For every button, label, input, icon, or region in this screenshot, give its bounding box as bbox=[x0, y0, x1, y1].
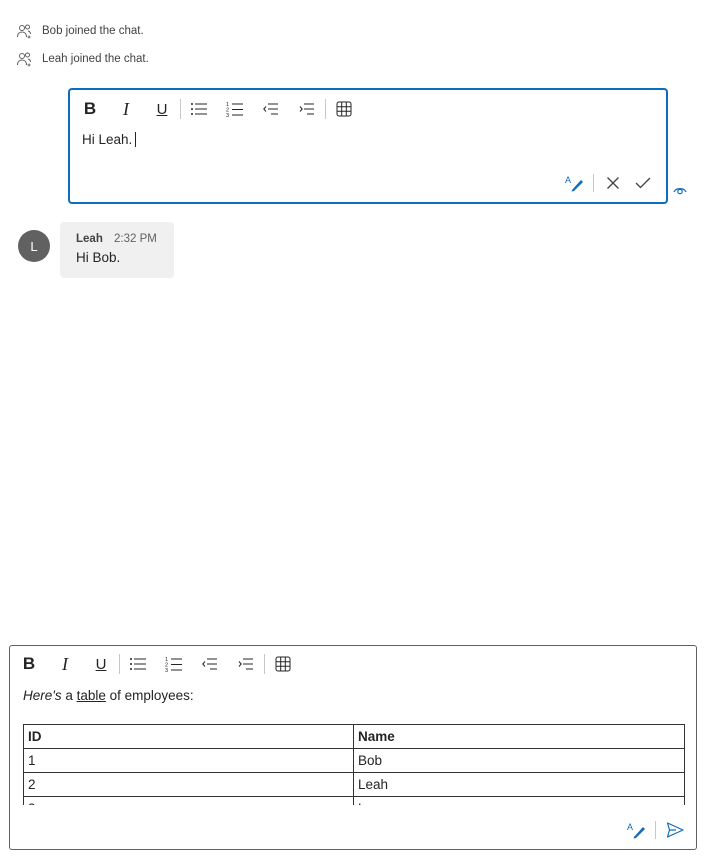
compose-actions: A bbox=[621, 817, 690, 843]
compose-text-italic: Here's bbox=[23, 688, 62, 703]
message-edit-box[interactable]: B I U 1 2 3 Hi Leah. A bbox=[68, 88, 668, 204]
employee-table-container: ID Name 1 Bob 2 Leah 3 L bbox=[23, 724, 685, 805]
table-icon bbox=[275, 656, 291, 672]
bullet-list-icon bbox=[130, 658, 146, 670]
svg-text:A: A bbox=[627, 822, 633, 832]
table-icon bbox=[336, 101, 352, 117]
confirm-icon bbox=[635, 177, 651, 189]
action-divider bbox=[593, 174, 594, 192]
edit-input-text: Hi Leah. bbox=[82, 132, 133, 147]
system-message: Bob joined the chat. bbox=[16, 22, 144, 40]
increase-indent-button[interactable] bbox=[289, 97, 325, 121]
system-message-text: Bob joined the chat. bbox=[42, 25, 144, 37]
svg-text:3: 3 bbox=[226, 113, 229, 118]
bullet-list-icon bbox=[191, 103, 207, 115]
action-divider bbox=[655, 821, 656, 839]
italic-button[interactable]: I bbox=[108, 97, 144, 121]
decrease-indent-icon bbox=[263, 103, 278, 115]
table-row: 3 L bbox=[23, 796, 685, 805]
svg-text:A: A bbox=[565, 175, 571, 185]
table-cell[interactable]: 3 bbox=[23, 796, 354, 805]
italic-button[interactable]: I bbox=[47, 652, 83, 676]
compose-box[interactable]: B I U 1 2 3 Here's a table of employees:… bbox=[9, 645, 697, 850]
people-added-icon bbox=[16, 51, 32, 67]
edit-input[interactable]: Hi Leah. bbox=[82, 132, 137, 147]
insert-table-button[interactable] bbox=[265, 652, 301, 676]
compose-text-underlined: table bbox=[76, 688, 106, 703]
formatting-toolbar: B I U 1 2 3 bbox=[72, 97, 362, 121]
decrease-indent-icon bbox=[202, 658, 217, 670]
table-cell[interactable]: 2 bbox=[23, 772, 354, 797]
table-cell[interactable]: L bbox=[353, 796, 685, 805]
send-button[interactable] bbox=[660, 817, 690, 843]
system-message-text: Leah joined the chat. bbox=[42, 53, 149, 65]
message-sender: Leah bbox=[76, 233, 103, 245]
insert-table-button[interactable] bbox=[326, 97, 362, 121]
table-header-row: ID Name bbox=[23, 724, 685, 749]
format-icon: A bbox=[627, 822, 645, 839]
table-cell[interactable]: 1 bbox=[23, 748, 354, 773]
formatting-toolbar: B I U 1 2 3 bbox=[11, 652, 301, 676]
employee-table[interactable]: ID Name 1 Bob 2 Leah 3 L bbox=[23, 724, 685, 805]
numbered-list-icon: 1 2 3 bbox=[226, 102, 243, 118]
table-row: 1 Bob bbox=[23, 748, 685, 773]
increase-indent-button[interactable] bbox=[228, 652, 264, 676]
compose-text-segment: a bbox=[61, 688, 77, 703]
bullet-list-button[interactable] bbox=[120, 652, 156, 676]
decrease-indent-button[interactable] bbox=[192, 652, 228, 676]
table-row: 2 Leah bbox=[23, 772, 685, 797]
message-text: Hi Bob. bbox=[76, 250, 121, 265]
compose-input[interactable]: Here's a table of employees: bbox=[23, 688, 194, 703]
table-cell[interactable]: Leah bbox=[353, 772, 685, 797]
people-added-icon bbox=[16, 23, 32, 39]
avatar[interactable]: L bbox=[18, 230, 50, 262]
cancel-icon bbox=[607, 177, 619, 189]
format-button[interactable]: A bbox=[621, 817, 651, 843]
message-timestamp: 2:32 PM bbox=[114, 233, 157, 245]
system-message: Leah joined the chat. bbox=[16, 50, 149, 68]
format-button[interactable]: A bbox=[559, 170, 589, 196]
underline-button[interactable]: U bbox=[83, 652, 119, 676]
numbered-list-button[interactable]: 1 2 3 bbox=[217, 97, 253, 121]
underline-button[interactable]: U bbox=[144, 97, 180, 121]
compose-text-segment: of employees: bbox=[105, 688, 194, 703]
table-header-cell[interactable]: ID bbox=[23, 724, 354, 749]
increase-indent-icon bbox=[238, 658, 253, 670]
bullet-list-button[interactable] bbox=[181, 97, 217, 121]
table-cell[interactable]: Bob bbox=[353, 748, 685, 773]
confirm-edit-button[interactable] bbox=[628, 170, 658, 196]
bold-button[interactable]: B bbox=[11, 652, 47, 676]
bold-button[interactable]: B bbox=[72, 97, 108, 121]
message-bubble[interactable]: Leah 2:32 PM Hi Bob. bbox=[60, 222, 174, 278]
decrease-indent-button[interactable] bbox=[253, 97, 289, 121]
edit-actions: A bbox=[559, 170, 658, 196]
send-icon bbox=[666, 822, 684, 838]
text-caret bbox=[135, 132, 137, 147]
numbered-list-icon: 1 2 3 bbox=[165, 657, 182, 673]
svg-text:3: 3 bbox=[165, 668, 168, 673]
increase-indent-icon bbox=[299, 103, 314, 115]
cancel-edit-button[interactable] bbox=[598, 170, 628, 196]
seen-icon bbox=[673, 184, 687, 196]
table-header-cell[interactable]: Name bbox=[353, 724, 685, 749]
numbered-list-button[interactable]: 1 2 3 bbox=[156, 652, 192, 676]
format-icon: A bbox=[565, 175, 583, 192]
